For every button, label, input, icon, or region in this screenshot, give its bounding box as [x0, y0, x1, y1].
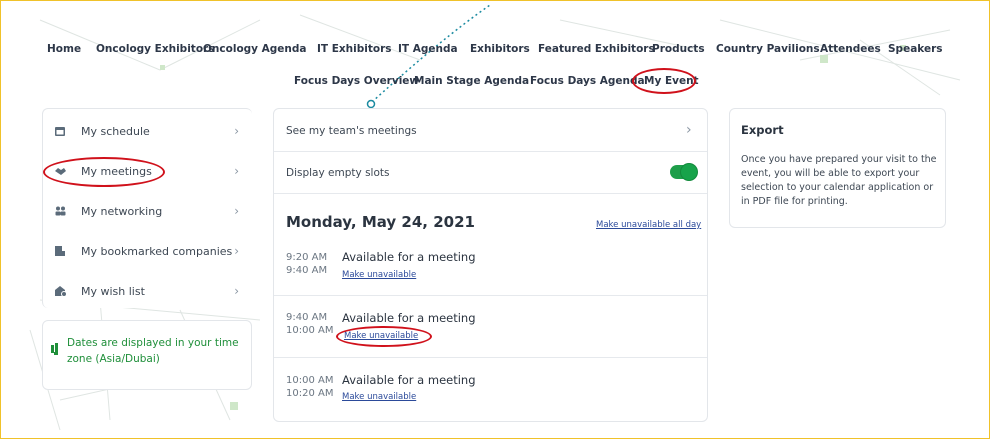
- nav-products[interactable]: Products: [652, 43, 705, 55]
- chevron-right-icon: ›: [234, 164, 239, 178]
- nav-oncology-agenda[interactable]: Oncology Agenda: [203, 43, 307, 55]
- date-title: Monday, May 24, 2021: [286, 213, 475, 231]
- make-unavailable-all-day-link[interactable]: Make unavailable all day: [596, 220, 701, 230]
- sidebar-item-label: My networking: [81, 204, 163, 218]
- sidebar-item-label: My bookmarked companies: [81, 244, 233, 258]
- slot-title: Available for a meeting: [342, 311, 476, 325]
- chevron-right-icon: ›: [234, 284, 239, 298]
- export-title: Export: [741, 123, 784, 137]
- slot-end-time: 9:40 AM: [286, 265, 328, 276]
- sidebar-item-label: My meetings: [81, 164, 152, 178]
- nav-focus-days-overview[interactable]: Focus Days Overview: [294, 75, 419, 87]
- meetings-panel: See my team's meetings › Display empty s…: [273, 108, 708, 422]
- nav-it-exhibitors[interactable]: IT Exhibitors: [317, 43, 392, 55]
- slot-end-time: 10:00 AM: [286, 325, 334, 336]
- chevron-right-icon: ›: [686, 122, 692, 138]
- empty-slots-toggle[interactable]: [670, 164, 697, 180]
- sidebar-item-my-wish-list[interactable]: My wish list ›: [43, 271, 251, 311]
- top-navigation: Home Oncology Exhibitors Oncology Agenda…: [0, 0, 992, 100]
- bookmark-building-icon: [53, 244, 67, 258]
- see-team-meetings-row[interactable]: See my team's meetings ›: [274, 109, 708, 151]
- chevron-right-icon: ›: [234, 244, 239, 258]
- sidebar-item-my-schedule[interactable]: My schedule ›: [43, 111, 251, 151]
- display-empty-slots-row: Display empty slots: [274, 152, 708, 192]
- nav-featured-exhibitors[interactable]: Featured Exhibitors: [538, 43, 655, 55]
- see-team-meetings-label: See my team's meetings: [286, 125, 417, 137]
- nav-exhibitors[interactable]: Exhibitors: [470, 43, 530, 55]
- nav-main-stage-agenda[interactable]: Main Stage Agenda: [414, 75, 529, 87]
- row-divider: [274, 193, 707, 194]
- make-unavailable-link[interactable]: Make unavailable: [344, 331, 418, 341]
- row-divider: [274, 295, 707, 296]
- slot-start-time: 9:20 AM: [286, 252, 328, 263]
- nav-attendees[interactable]: Attendees: [820, 43, 881, 55]
- slot-start-time: 10:00 AM: [286, 375, 334, 386]
- nav-it-agenda[interactable]: IT Agenda: [398, 43, 458, 55]
- row-divider: [274, 357, 707, 358]
- nav-focus-days-agenda[interactable]: Focus Days Agenda: [530, 75, 645, 87]
- handshake-icon: [53, 164, 67, 178]
- nav-country-pavilions[interactable]: Country Pavilions: [716, 43, 820, 55]
- nav-my-event[interactable]: My Event: [644, 75, 699, 87]
- timezone-notice: Dates are displayed in your time zone (A…: [42, 320, 252, 390]
- timezone-text: Dates are displayed in your time zone (A…: [67, 337, 239, 365]
- sidebar-menu: My schedule › My meetings › My networkin…: [42, 108, 252, 308]
- slot-title: Available for a meeting: [342, 250, 476, 264]
- export-description: Once you have prepared your visit to the…: [741, 154, 937, 207]
- sidebar-item-my-meetings[interactable]: My meetings ›: [43, 151, 251, 191]
- nav-speakers[interactable]: Speakers: [888, 43, 943, 55]
- display-empty-slots-label: Display empty slots: [286, 167, 390, 179]
- sidebar-item-label: My wish list: [81, 284, 145, 298]
- nav-home[interactable]: Home: [47, 43, 81, 55]
- chevron-right-icon: ›: [234, 204, 239, 218]
- sidebar-item-my-bookmarked-companies[interactable]: My bookmarked companies ›: [43, 231, 251, 271]
- slot-end-time: 10:20 AM: [286, 388, 334, 399]
- wishlist-icon: [53, 284, 67, 298]
- sidebar-item-label: My schedule: [81, 124, 150, 138]
- make-unavailable-link[interactable]: Make unavailable: [342, 270, 416, 280]
- export-panel: Export Once you have prepared your visit…: [729, 108, 946, 228]
- slot-title: Available for a meeting: [342, 373, 476, 387]
- timezone-icon: [51, 343, 58, 355]
- chevron-right-icon: ›: [234, 124, 239, 138]
- make-unavailable-link[interactable]: Make unavailable: [342, 392, 416, 402]
- sidebar-item-my-networking[interactable]: My networking ›: [43, 191, 251, 231]
- people-icon: [53, 204, 67, 218]
- nav-oncology-exhibitors[interactable]: Oncology Exhibitors: [96, 43, 214, 55]
- calendar-icon: [53, 124, 67, 138]
- slot-start-time: 9:40 AM: [286, 312, 328, 323]
